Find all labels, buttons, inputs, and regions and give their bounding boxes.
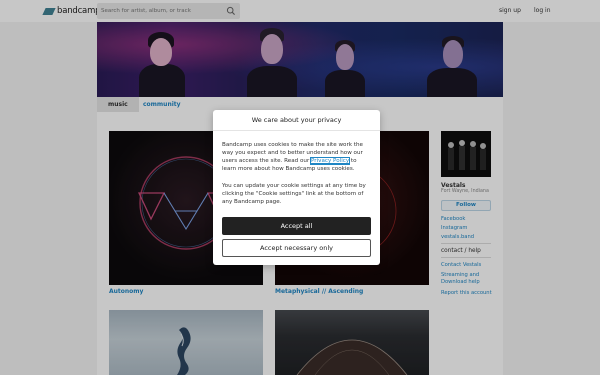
cookie-explanation: Bandcamp uses cookies to make the site w… bbox=[222, 141, 372, 173]
dialog-title: We care about your privacy bbox=[213, 110, 380, 131]
cookie-settings-note: You can update your cookie settings at a… bbox=[222, 183, 366, 205]
accept-necessary-button[interactable]: Accept necessary only bbox=[222, 239, 371, 257]
privacy-policy-link[interactable]: Privacy Policy bbox=[310, 157, 351, 165]
accept-all-button[interactable]: Accept all bbox=[222, 217, 371, 235]
cookie-consent-dialog: We care about your privacy Bandcamp uses… bbox=[213, 110, 380, 265]
